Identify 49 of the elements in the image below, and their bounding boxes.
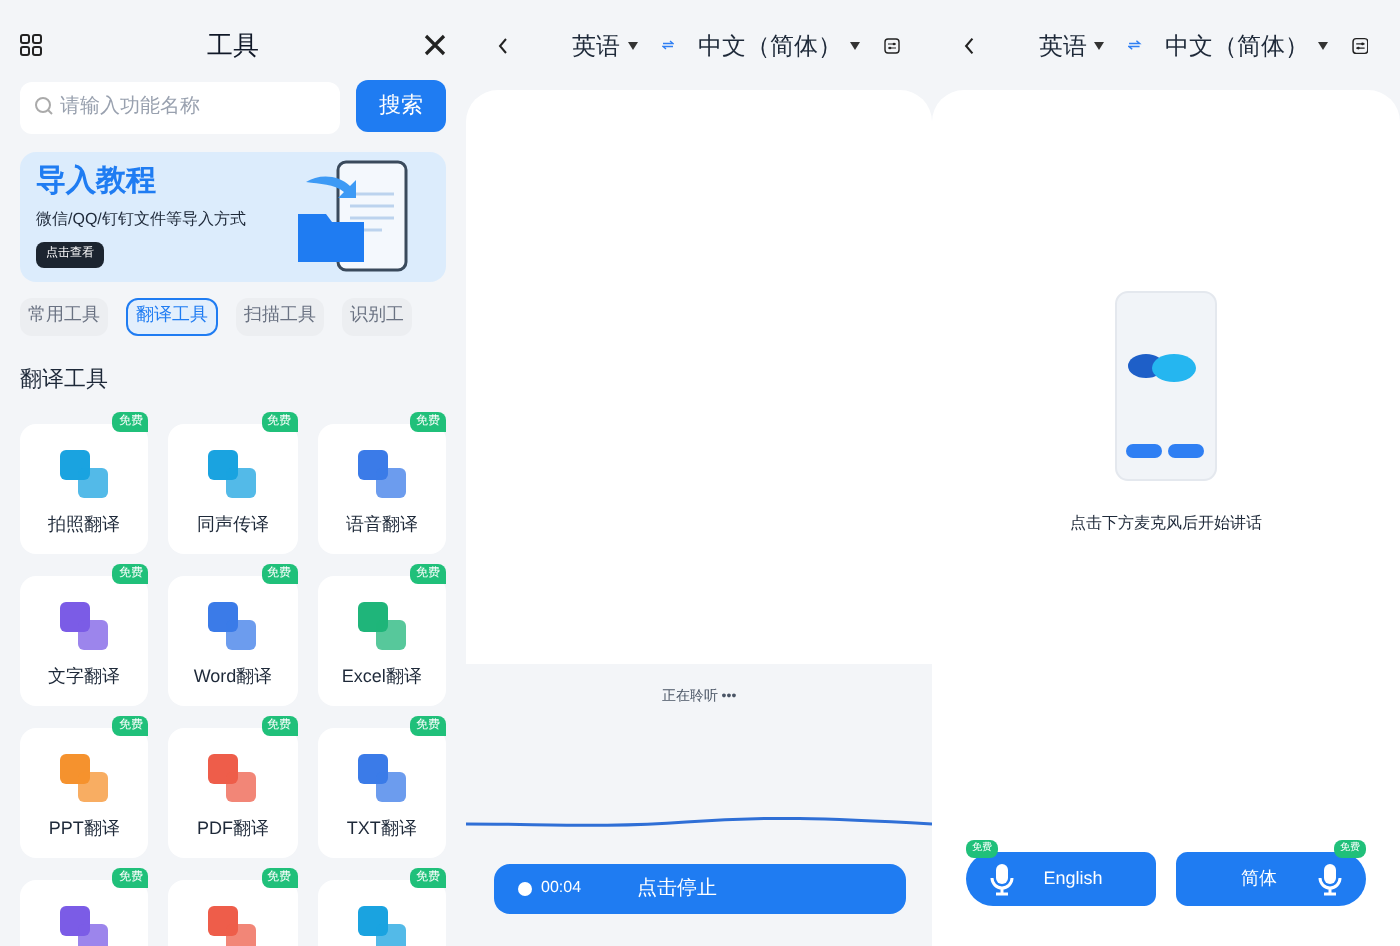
stop-button[interactable]: 00:04 点击停止 [493,863,905,913]
banner-title: 导入教程 [36,164,158,202]
caret-icon [850,41,860,49]
close-icon[interactable] [424,34,446,56]
tool-name: 拍照翻译 [48,512,121,538]
banner-subtitle: 微信/QQ/钉钉文件等导入方式 [36,207,246,232]
tool-name: TXT翻译 [346,816,417,842]
category-tab[interactable]: 扫描工具 [236,297,324,335]
grid-icon[interactable] [20,34,42,56]
tool-name: 文字翻译 [48,664,121,690]
search-icon [34,96,54,116]
caret-icon [1094,41,1105,49]
microphone-button[interactable]: English [966,852,1156,906]
source-language-dropdown[interactable]: 英语 [572,27,638,63]
tool-card[interactable]: TXT翻译 [317,728,446,858]
tool-card[interactable]: PPT翻译 [20,728,149,858]
tool-card[interactable]: 拍照翻译 [20,424,149,554]
tool-name: Excel翻译 [341,664,422,690]
microphone-icon [1318,863,1342,895]
tool-card[interactable]: Word翻译 [168,576,298,706]
target-language-dropdown[interactable]: 中文（简体） [698,27,860,63]
swap-icon[interactable] [662,36,674,54]
tool-card[interactable]: 文字翻译 [20,576,149,706]
category-tab[interactable]: 常用工具 [20,297,108,335]
tool-card[interactable]: PDF翻译 [168,728,298,858]
source-language-dropdown[interactable]: 英语 [1038,27,1105,63]
caret-icon [1317,41,1328,49]
swap-icon[interactable] [1128,36,1142,54]
search-button[interactable]: 搜索 [356,80,446,133]
search-field[interactable]: 请输入功能名称 [20,81,340,133]
speak-hint: 点击下方麦克风后开始讲话 [1070,512,1262,536]
tool-name: 语音翻译 [345,512,418,538]
target-language-dropdown[interactable]: 中文（简体） [1165,27,1328,63]
microphone-button[interactable]: 简体 [1176,852,1366,906]
tool-name: Word翻译 [193,664,273,690]
caret-icon [628,41,638,49]
panel-title: 工具 [205,27,261,64]
section-title: 翻译工具 [20,365,110,395]
sound-wave-icon [466,813,932,829]
tool-name: 同声传译 [196,512,269,538]
tool-card[interactable]: 同声传译 [168,424,298,554]
microphone-icon [990,863,1014,895]
record-time: 00:04 [541,876,582,900]
tool-card[interactable]: 语音翻译 [317,424,446,554]
tool-name: PDF翻译 [196,816,269,842]
tool-card[interactable]: Excel翻译 [317,576,446,706]
category-tab[interactable]: 识别工 [342,297,412,335]
stop-label: 点击停止 [637,875,718,903]
tool-name: PPT翻译 [48,816,120,842]
